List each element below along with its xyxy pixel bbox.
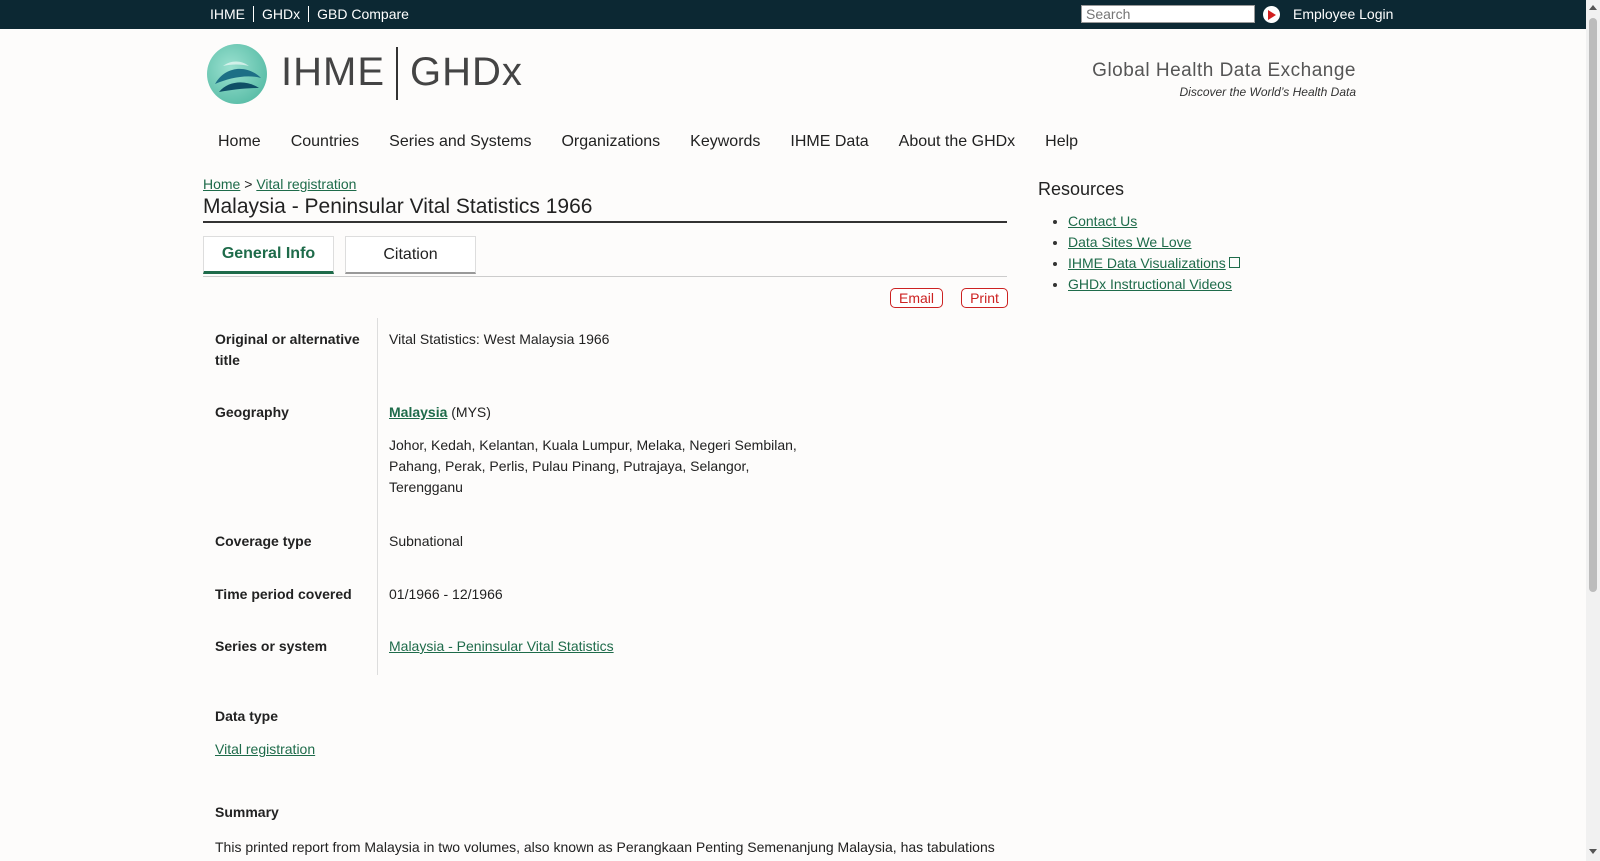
time-period-label: Time period covered <box>215 586 352 602</box>
geography-code: (MYS) <box>451 404 491 420</box>
nav-series-and-systems[interactable]: Series and Systems <box>389 133 531 151</box>
nav-countries[interactable]: Countries <box>291 133 359 151</box>
top-link-ghdx[interactable]: GHDx <box>253 6 308 22</box>
top-link-gbd-compare[interactable]: GBD Compare <box>308 6 417 22</box>
scrollbar[interactable] <box>1586 0 1600 861</box>
logo-ihme-text: IHME <box>281 50 385 94</box>
site-tagline: Global Health Data Exchange Discover the… <box>1092 60 1356 99</box>
data-type-link[interactable]: Vital registration <box>215 741 315 757</box>
print-button[interactable]: Print <box>961 288 1008 308</box>
nav-help[interactable]: Help <box>1045 133 1078 151</box>
top-link-ihme[interactable]: IHME <box>210 6 253 22</box>
resources-item: Contact Us <box>1068 213 1240 230</box>
series-label: Series or system <box>215 638 328 654</box>
logo-divider <box>396 47 398 100</box>
breadcrumb-home[interactable]: Home <box>203 176 240 192</box>
top-bar: IHME GHDx GBD Compare Employee Login <box>0 0 1586 29</box>
coverage-type-label: Coverage type <box>215 533 312 549</box>
external-link-icon <box>1228 257 1240 268</box>
breadcrumb: Home > Vital registration <box>203 176 356 192</box>
breadcrumb-separator: > <box>244 176 253 192</box>
scrollbar-thumb[interactable] <box>1589 18 1597 592</box>
resources-item: Data Sites We Love <box>1068 234 1240 251</box>
tab-citation[interactable]: Citation <box>345 236 476 274</box>
series-value: Malaysia - Peninsular Vital Statistics <box>389 636 614 657</box>
search-input[interactable] <box>1081 5 1255 23</box>
geography-states-line-1: Johor, Kedah, Kelantan, Kuala Lumpur, Me… <box>389 437 797 453</box>
nav-organizations[interactable]: Organizations <box>561 133 660 151</box>
resources-item: GHDx Instructional Videos <box>1068 276 1240 293</box>
geography-value: Malaysia (MYS) <box>389 402 491 423</box>
logo-ghdx-text: GHDx <box>410 50 523 94</box>
ihme-logo-icon[interactable] <box>207 44 267 104</box>
resources-list: Contact Us Data Sites We Love IHME Data … <box>1068 213 1240 297</box>
search-submit-icon[interactable] <box>1263 6 1280 23</box>
series-link[interactable]: Malaysia - Peninsular Vital Statistics <box>389 638 614 654</box>
employee-login-link[interactable]: Employee Login <box>1293 6 1393 22</box>
ihme-data-viz-link[interactable]: IHME Data Visualizations <box>1068 255 1226 271</box>
geography-country-link[interactable]: Malaysia <box>389 404 447 420</box>
resources-item: IHME Data Visualizations <box>1068 255 1240 272</box>
tagline-subtitle: Discover the World’s Health Data <box>1179 85 1356 99</box>
geography-states: Johor, Kedah, Kelantan, Kuala Lumpur, Me… <box>389 435 797 498</box>
tabs-divider <box>203 276 1007 277</box>
data-sites-link[interactable]: Data Sites We Love <box>1068 234 1191 250</box>
data-type-label: Data type <box>215 708 279 724</box>
main-nav: Home Countries Series and Systems Organi… <box>218 133 1108 151</box>
nav-ihme-data[interactable]: IHME Data <box>790 133 868 151</box>
contact-us-link[interactable]: Contact Us <box>1068 213 1137 229</box>
tagline-title: Global Health Data Exchange <box>1092 60 1356 81</box>
geography-label: Geography <box>215 404 289 420</box>
nav-keywords[interactable]: Keywords <box>690 133 760 151</box>
page-title: Malaysia - Peninsular Vital Statistics 1… <box>203 195 1007 223</box>
nav-about-ghdx[interactable]: About the GHDx <box>899 133 1016 151</box>
resources-title: Resources <box>1038 179 1125 199</box>
nav-home[interactable]: Home <box>218 133 261 151</box>
alt-title-value: Vital Statistics: West Malaysia 1966 <box>389 331 610 347</box>
tab-general-info[interactable]: General Info <box>203 236 334 274</box>
email-button[interactable]: Email <box>890 288 943 308</box>
geography-states-line-2: Pahang, Perak, Perlis, Pulau Pinang, Put… <box>389 458 750 474</box>
top-links: IHME GHDx GBD Compare <box>210 6 417 22</box>
scroll-up-icon[interactable] <box>1589 5 1597 10</box>
alt-title-label: Original or alternative title <box>215 331 360 368</box>
breadcrumb-vital-registration[interactable]: Vital registration <box>256 176 356 192</box>
time-period-value: 01/1966 - 12/1966 <box>389 586 503 602</box>
field-divider <box>377 318 378 675</box>
instructional-videos-link[interactable]: GHDx Instructional Videos <box>1068 276 1232 292</box>
scroll-down-icon[interactable] <box>1589 849 1597 854</box>
coverage-type-value: Subnational <box>389 533 463 549</box>
data-type-value: Vital registration <box>215 739 315 760</box>
summary-text: This printed report from Malaysia in two… <box>215 839 995 855</box>
summary-label: Summary <box>215 804 279 820</box>
geography-states-line-3: Terengganu <box>389 479 463 495</box>
